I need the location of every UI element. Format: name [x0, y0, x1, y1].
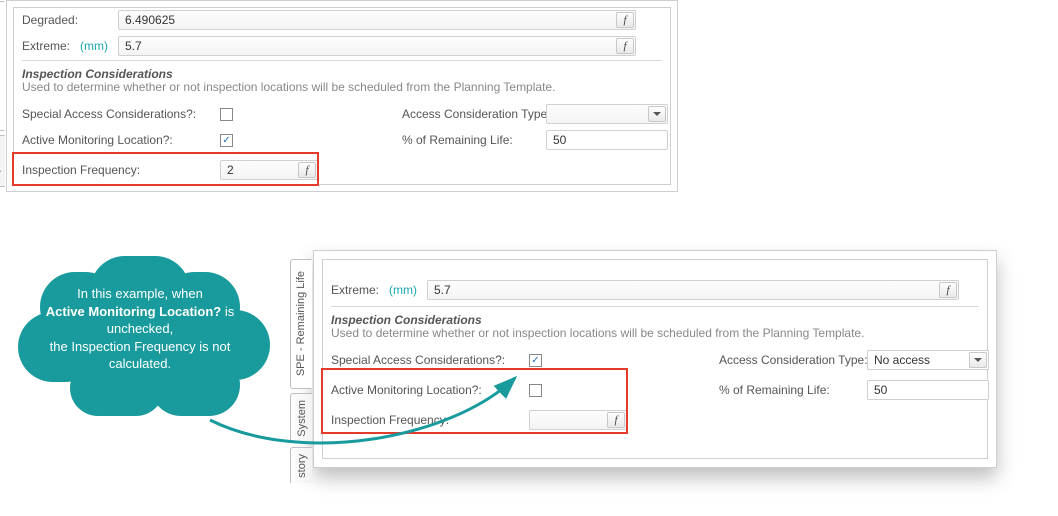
extreme-label-bottom: Extreme:	[331, 283, 385, 297]
panel-bottom-inner: Extreme: (mm) 5.7 f Inspection Considera…	[322, 259, 988, 459]
tab-system-top[interactable]: System	[0, 135, 5, 187]
callout-line3: the Inspection Frequency is not calculat…	[50, 339, 231, 372]
row-active-monitoring-top: Active Monitoring Location?: ✓ % of Rema…	[22, 128, 662, 152]
special-access-checkbox-top[interactable]	[220, 108, 233, 121]
panel-top-inner: Degraded: 6.490625 f Extreme: (mm) 5.7 f…	[13, 7, 671, 185]
panel-top: SPE - Remaining Life System Degraded: 6.…	[6, 0, 678, 192]
extreme-fx-button-top[interactable]: f	[616, 38, 634, 54]
extreme-field-bottom[interactable]: 5.7 f	[427, 280, 959, 300]
inspection-freq-label-top: Inspection Frequency:	[22, 163, 198, 177]
row-extreme-bottom: Extreme: (mm) 5.7 f	[331, 278, 979, 302]
inspection-group-desc-top: Used to determine whether or not inspect…	[22, 80, 662, 94]
chevron-down-icon	[969, 352, 987, 368]
callout-line1a: In this example, when	[77, 286, 203, 301]
inspection-freq-value-top: 2	[227, 163, 234, 177]
special-access-label-top: Special Access Considerations?:	[22, 107, 198, 121]
special-access-checkbox-bottom[interactable]: ✓	[529, 354, 542, 367]
row-special-access-top: Special Access Considerations?: Access C…	[22, 102, 662, 126]
vtabs-top: SPE - Remaining Life System	[0, 1, 7, 191]
degraded-value: 6.490625	[125, 13, 175, 27]
inspection-freq-field-bottom[interactable]: f	[529, 410, 627, 430]
tab-system-bottom[interactable]: System	[290, 393, 312, 443]
tab-system-label-bottom: System	[296, 394, 308, 443]
tab-spe-label-bottom: SPE - Remaining Life	[295, 265, 307, 382]
inspection-freq-label-bottom: Inspection Frequency:	[331, 413, 507, 427]
vtabs-bottom: SPE - Remaining Life System story	[290, 251, 314, 467]
row-active-monitoring-bottom: Active Monitoring Location?: % of Remain…	[331, 378, 979, 402]
access-type-dropdown-bottom[interactable]: No access	[867, 350, 989, 370]
mm-unit-top: (mm)	[80, 39, 108, 53]
extreme-value-top: 5.7	[125, 39, 142, 53]
tab-spe-top[interactable]: SPE - Remaining Life	[0, 1, 5, 131]
row-special-access-bottom: Special Access Considerations?: ✓ Access…	[331, 348, 979, 372]
pct-remaining-label-top: % of Remaining Life:	[402, 133, 513, 147]
degraded-fx-button[interactable]: f	[616, 12, 634, 28]
callout-text: In this example, when Active Monitoring …	[30, 285, 250, 373]
inspection-group-desc-bottom: Used to determine whether or not inspect…	[331, 326, 979, 340]
access-type-dropdown-top[interactable]	[546, 104, 668, 124]
callout-cloud: In this example, when Active Monitoring …	[0, 250, 280, 450]
pct-remaining-value-bottom: 50	[874, 383, 887, 397]
degraded-label: Degraded:	[22, 13, 108, 27]
access-type-label-top: Access Consideration Type:	[402, 107, 551, 121]
inspection-freq-field-top[interactable]: 2 f	[220, 160, 318, 180]
pct-remaining-value-top: 50	[553, 133, 566, 147]
tab-spe-bottom[interactable]: SPE - Remaining Life	[290, 259, 312, 389]
extreme-value-bottom: 5.7	[434, 283, 451, 297]
inspection-group-header-bottom: Inspection Considerations	[331, 306, 979, 327]
mm-unit-bottom: (mm)	[389, 283, 417, 297]
pct-remaining-field-top[interactable]: 50	[546, 130, 668, 150]
row-inspection-freq-top: Inspection Frequency: 2 f	[22, 158, 662, 182]
pct-remaining-label-bottom: % of Remaining Life:	[719, 383, 830, 397]
active-monitoring-label-top: Active Monitoring Location?:	[22, 133, 198, 147]
active-monitoring-checkbox-top[interactable]: ✓	[220, 134, 233, 147]
panel-bottom: SPE - Remaining Life System story Extrem…	[313, 250, 997, 468]
chevron-down-icon	[648, 106, 666, 122]
extreme-field-top[interactable]: 5.7 f	[118, 36, 636, 56]
row-inspection-freq-bottom: Inspection Frequency: f	[331, 408, 979, 432]
row-degraded: Degraded: 6.490625 f	[22, 8, 662, 32]
inspection-freq-fx-button-bottom[interactable]: f	[607, 412, 625, 428]
extreme-fx-button-bottom[interactable]: f	[939, 282, 957, 298]
pct-remaining-field-bottom[interactable]: 50	[867, 380, 989, 400]
inspection-freq-fx-button-top[interactable]: f	[298, 162, 316, 178]
callout-line1b: Active Monitoring Location?	[46, 304, 222, 319]
access-type-value-bottom: No access	[874, 353, 930, 367]
active-monitoring-label-bottom: Active Monitoring Location?:	[331, 383, 507, 397]
tab-system-label: System	[0, 137, 1, 186]
tab-story-label-bottom: story	[296, 448, 308, 484]
extreme-label-top: Extreme:	[22, 39, 76, 53]
access-type-label-bottom: Access Consideration Type:	[719, 353, 868, 367]
degraded-field[interactable]: 6.490625 f	[118, 10, 636, 30]
inspection-group-header-top: Inspection Considerations	[22, 60, 662, 81]
special-access-label-bottom: Special Access Considerations?:	[331, 353, 507, 367]
row-extreme-top: Extreme: (mm) 5.7 f	[22, 34, 662, 58]
active-monitoring-checkbox-bottom[interactable]	[529, 384, 542, 397]
tab-story-bottom[interactable]: story	[290, 447, 312, 483]
